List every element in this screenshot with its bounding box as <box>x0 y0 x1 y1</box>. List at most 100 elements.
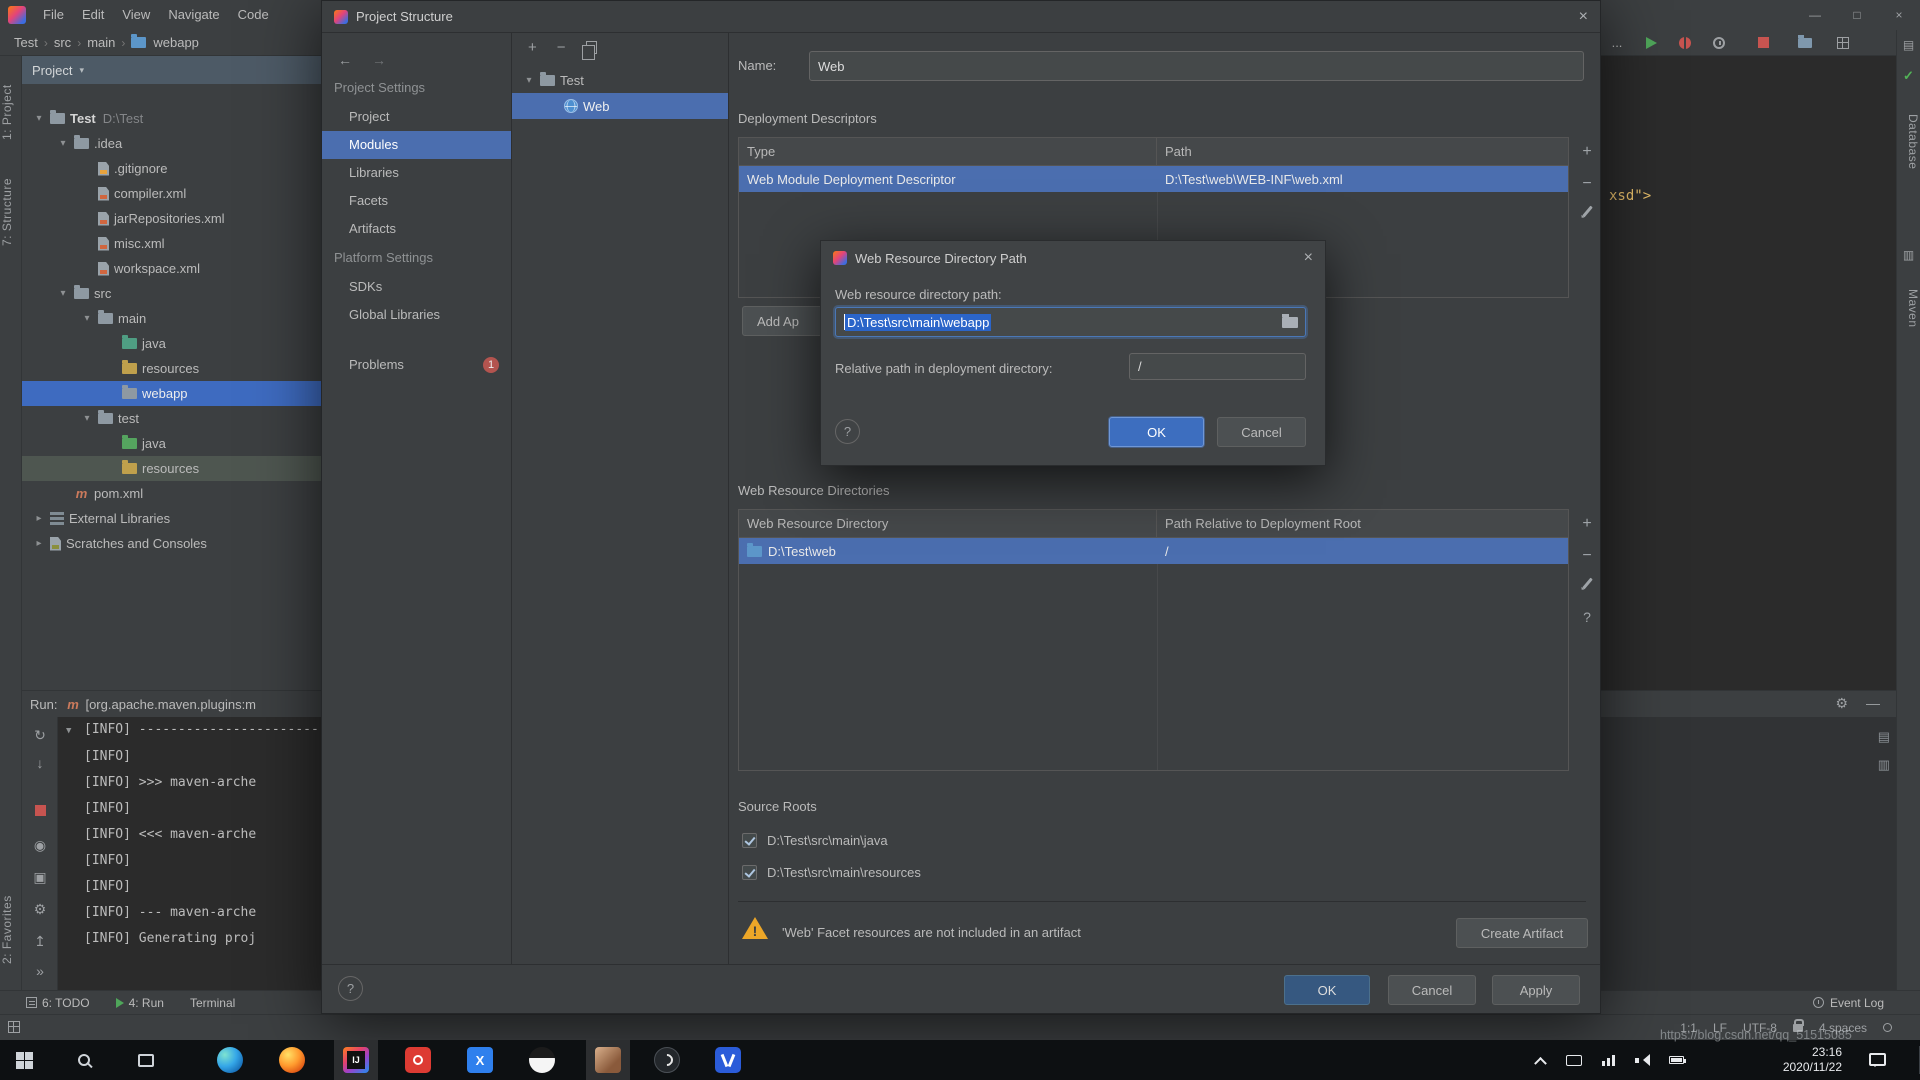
project-panel-header[interactable]: Project ▾ <box>22 56 321 84</box>
column-header-directory[interactable]: Web Resource Directory <box>739 510 1157 537</box>
edit-icon[interactable] <box>1574 577 1600 595</box>
settings-icon[interactable]: ⚙ <box>1835 695 1848 712</box>
run-console-output[interactable]: ▼[INFO] ------------------------- [INFO]… <box>58 717 321 990</box>
column-header-path[interactable]: Path <box>1157 138 1568 165</box>
tree-item-external-libraries[interactable]: ▸ External Libraries <box>22 506 321 531</box>
tree-item-misc-xml[interactable]: misc.xml <box>22 231 321 256</box>
breadcrumb-item[interactable]: Test <box>14 35 38 50</box>
tree-item-compiler-xml[interactable]: compiler.xml <box>22 181 321 206</box>
tool-button-icon[interactable]: ▥ <box>1897 248 1920 262</box>
module-tree-web-selected[interactable]: Web <box>512 93 728 119</box>
column-header-relative-path[interactable]: Path Relative to Deployment Root <box>1157 510 1568 537</box>
rerun-icon[interactable]: ↻ <box>22 727 58 744</box>
taskbar-app-v[interactable] <box>706 1040 750 1080</box>
tree-item-jarrepositories-xml[interactable]: jarRepositories.xml <box>22 206 321 231</box>
remove-icon[interactable]: − <box>557 39 566 56</box>
edit-icon[interactable] <box>1574 205 1600 223</box>
module-tree-root[interactable]: ▾ Test <box>512 67 728 93</box>
copy-icon[interactable] <box>586 41 597 54</box>
tool-button-database[interactable]: Database <box>1897 102 1920 182</box>
checkbox-checked[interactable] <box>742 833 757 848</box>
module-name-input[interactable]: Web <box>809 51 1584 81</box>
add-icon[interactable]: + <box>1574 143 1600 161</box>
debug-button[interactable] <box>1672 30 1698 55</box>
tree-item-idea[interactable]: ▾ .idea <box>22 131 321 156</box>
forward-icon[interactable]: → <box>372 52 386 68</box>
panel-view-icon[interactable]: ▤ <box>1878 729 1890 745</box>
ok-button[interactable]: OK <box>1109 417 1204 447</box>
taskbar-app-firefox[interactable] <box>270 1040 314 1080</box>
remove-icon[interactable]: − <box>1574 547 1600 565</box>
menu-navigate[interactable]: Navigate <box>159 0 228 30</box>
action-center-icon[interactable] <box>1869 1053 1886 1066</box>
fold-icon[interactable]: ▼ <box>66 718 84 744</box>
project-structure-button[interactable] <box>1792 30 1818 55</box>
tray-ime-icon[interactable] <box>1560 1040 1588 1080</box>
more-options-icon[interactable]: » <box>22 963 58 979</box>
pin-icon[interactable]: ◉ <box>22 837 58 854</box>
tool-window-switcher-icon[interactable] <box>8 1021 20 1036</box>
expand-icon[interactable]: ▾ <box>52 138 74 149</box>
minimize-icon[interactable]: — <box>1794 0 1836 30</box>
web-resource-directories-table[interactable]: Web Resource Directory Path Relative to … <box>738 509 1569 771</box>
todo-tool-button[interactable]: 6: TODO <box>26 996 90 1010</box>
relative-path-input[interactable]: / <box>1129 353 1306 380</box>
help-icon[interactable]: ? <box>1574 609 1600 625</box>
taskbar-app-red[interactable] <box>396 1040 440 1080</box>
tree-item-gitignore[interactable]: .gitignore <box>22 156 321 181</box>
cancel-button[interactable]: Cancel <box>1217 417 1306 447</box>
tray-battery-icon[interactable] <box>1662 1040 1690 1080</box>
profiler-button[interactable] <box>1706 30 1732 55</box>
hide-panel-icon[interactable]: — <box>1866 695 1880 711</box>
breadcrumb-item[interactable]: webapp <box>153 35 199 50</box>
apply-button[interactable]: Apply <box>1492 975 1580 1005</box>
menu-view[interactable]: View <box>113 0 159 30</box>
tree-item-workspace-xml[interactable]: workspace.xml <box>22 256 321 281</box>
nav-item-sdks[interactable]: SDKs <box>322 273 511 301</box>
add-icon[interactable]: + <box>528 39 537 56</box>
tool-button-project[interactable]: 1: Project <box>0 72 21 152</box>
tree-item-test[interactable]: ▾ test <box>22 406 321 431</box>
table-row-selected[interactable]: Web Module Deployment Descriptor D:\Test… <box>739 166 1568 192</box>
tree-item-main-resources[interactable]: resources <box>22 356 321 381</box>
expand-icon[interactable]: ▾ <box>76 313 98 324</box>
ok-button[interactable]: OK <box>1284 975 1370 1005</box>
column-header-type[interactable]: Type <box>739 138 1157 165</box>
back-icon[interactable]: ← <box>338 52 352 68</box>
scroll-to-end-icon[interactable]: ↥ <box>22 933 58 950</box>
run-button[interactable] <box>1638 30 1664 55</box>
path-input[interactable]: D:\Test\src\main\webapp <box>835 307 1306 337</box>
taskbar-app-intellij[interactable] <box>334 1040 378 1080</box>
tree-item-webapp-selected[interactable]: webapp <box>22 381 321 406</box>
nav-item-project[interactable]: Project <box>322 103 511 131</box>
browse-folder-icon[interactable] <box>1282 317 1298 328</box>
nav-item-global-libraries[interactable]: Global Libraries <box>322 301 511 329</box>
tree-item-main[interactable]: ▾ main <box>22 306 321 331</box>
tree-item-test-java[interactable]: java <box>22 431 321 456</box>
taskbar-search-button[interactable] <box>62 1040 106 1080</box>
menu-file[interactable]: File <box>34 0 73 30</box>
tree-item-project-root[interactable]: ▾ Test D:\Test <box>22 106 321 131</box>
close-icon[interactable]: × <box>1878 0 1920 30</box>
nav-item-libraries[interactable]: Libraries <box>322 159 511 187</box>
restore-layout-icon[interactable]: ▣ <box>22 869 58 886</box>
tool-button-favorites[interactable]: 2: Favorites <box>0 882 21 978</box>
tree-item-main-java[interactable]: java <box>22 331 321 356</box>
notifications-icon[interactable]: ▤ <box>1897 38 1920 52</box>
start-button[interactable] <box>2 1040 46 1080</box>
help-button[interactable]: ? <box>338 976 363 1001</box>
nav-item-facets[interactable]: Facets <box>322 187 511 215</box>
run-config-overflow[interactable]: ... <box>1604 30 1630 55</box>
panel-view-icon[interactable]: ▥ <box>1878 757 1890 773</box>
breadcrumb-item[interactable]: src <box>54 35 71 50</box>
taskbar-app-blue[interactable] <box>458 1040 502 1080</box>
editor-area[interactable]: xsd"> <box>1601 56 1896 690</box>
run-tool-button[interactable]: 4: Run <box>116 996 164 1010</box>
taskbar-app-avatar[interactable] <box>586 1040 630 1080</box>
terminal-tool-button[interactable]: Terminal <box>190 996 235 1010</box>
maximize-icon[interactable]: □ <box>1836 0 1878 30</box>
breadcrumb-item[interactable]: main <box>87 35 115 50</box>
cancel-button[interactable]: Cancel <box>1388 975 1476 1005</box>
dialog-close-icon[interactable]: × <box>1579 1 1588 33</box>
tree-item-pom-xml[interactable]: pom.xml <box>22 481 321 506</box>
